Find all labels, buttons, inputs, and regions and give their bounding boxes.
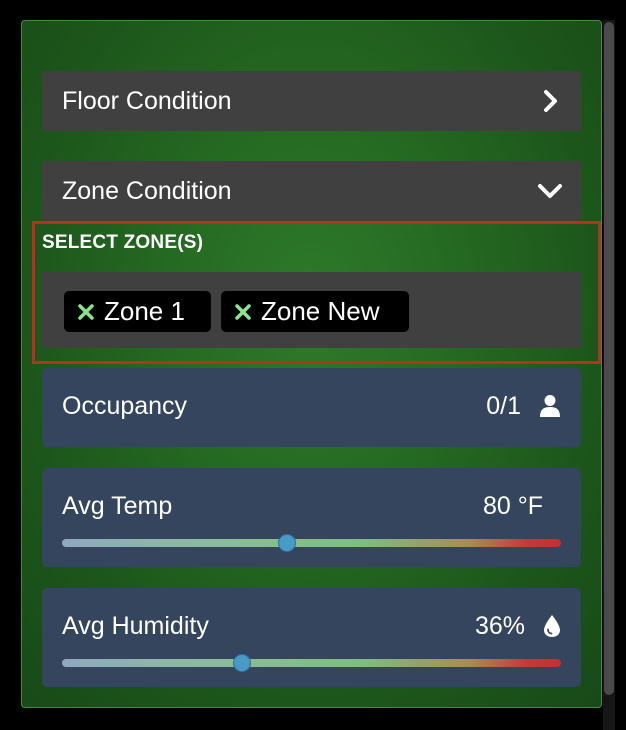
zone-chip-zone-new[interactable]: Zone New — [221, 291, 409, 332]
zone-condition-accordion[interactable]: Zone Condition — [42, 161, 581, 221]
zone-condition-label: Zone Condition — [62, 176, 232, 205]
zone-chip-zone-1[interactable]: Zone 1 — [64, 291, 211, 332]
occupancy-value: 0/1 — [486, 392, 521, 420]
zone-chip-label: Zone New — [261, 296, 380, 326]
select-zones-label: SELECT ZONE(S) — [42, 232, 204, 253]
person-icon — [540, 395, 560, 417]
zone-chip-label: Zone 1 — [104, 296, 185, 326]
avg-humidity-slider-thumb[interactable] — [232, 654, 251, 672]
avg-humidity-slider-track[interactable] — [62, 659, 561, 667]
occupancy-card: Occupancy 0/1 — [42, 368, 581, 447]
avg-temp-slider-track[interactable] — [62, 539, 561, 547]
avg-temp-slider-thumb[interactable] — [277, 534, 296, 552]
floor-condition-accordion[interactable]: Floor Condition — [42, 71, 581, 131]
avg-temp-value: 80 °F — [482, 492, 543, 520]
avg-humidity-value: 36% — [474, 612, 525, 640]
floor-condition-label: Floor Condition — [62, 86, 232, 115]
scrollbar-thumb[interactable] — [604, 22, 614, 695]
avg-temp-card: Avg Temp 80 °F — [42, 468, 581, 567]
avg-humidity-label: Avg Humidity — [62, 612, 209, 640]
remove-x-icon[interactable] — [78, 303, 94, 320]
avg-humidity-card: Avg Humidity 36% — [42, 588, 581, 687]
avg-temp-label: Avg Temp — [62, 492, 173, 520]
remove-x-icon[interactable] — [235, 303, 251, 320]
occupancy-label: Occupancy — [62, 392, 188, 420]
water-drop-icon — [544, 615, 560, 637]
chevron-right-icon — [544, 90, 557, 112]
chevron-down-icon — [538, 184, 562, 198]
